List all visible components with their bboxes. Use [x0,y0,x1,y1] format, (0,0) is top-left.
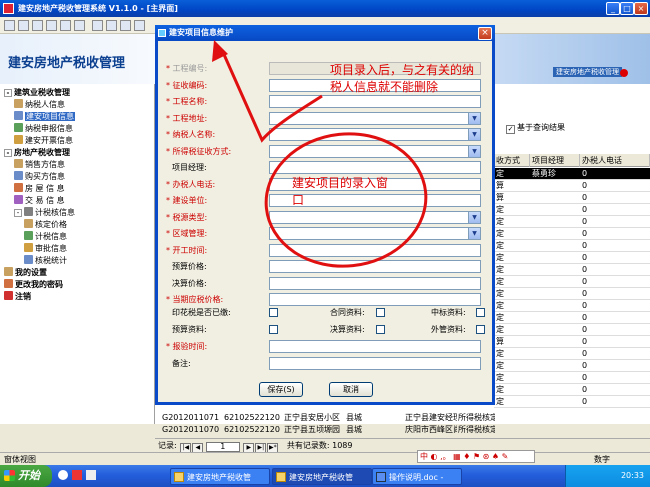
annotation-note-2: 建安项目的录入窗口 [292,176,389,207]
annotation-note-1: 项目录入后，与之有关的纳税人信息就不能删除 [330,63,475,94]
annotation-arrow [220,49,323,143]
annotation-layer [212,40,428,268]
